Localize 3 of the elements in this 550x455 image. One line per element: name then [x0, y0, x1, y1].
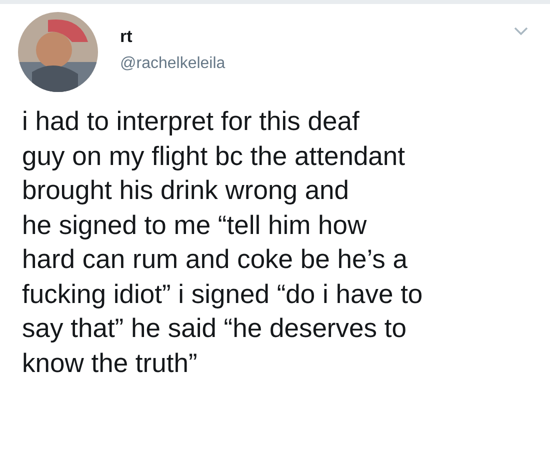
tweet-text: i had to interpret for this deaf guy on my flight bc the attendant brought his drink wrong and he signed to me “tell him how hard can rum and coke be he’s a fucking idiot” i signed “do i have to say that” he said “he deserves to know the truth” [22, 105, 424, 380]
display-name[interactable]: rt [120, 27, 492, 47]
user-handle[interactable]: @rachelkeleila [120, 55, 492, 73]
